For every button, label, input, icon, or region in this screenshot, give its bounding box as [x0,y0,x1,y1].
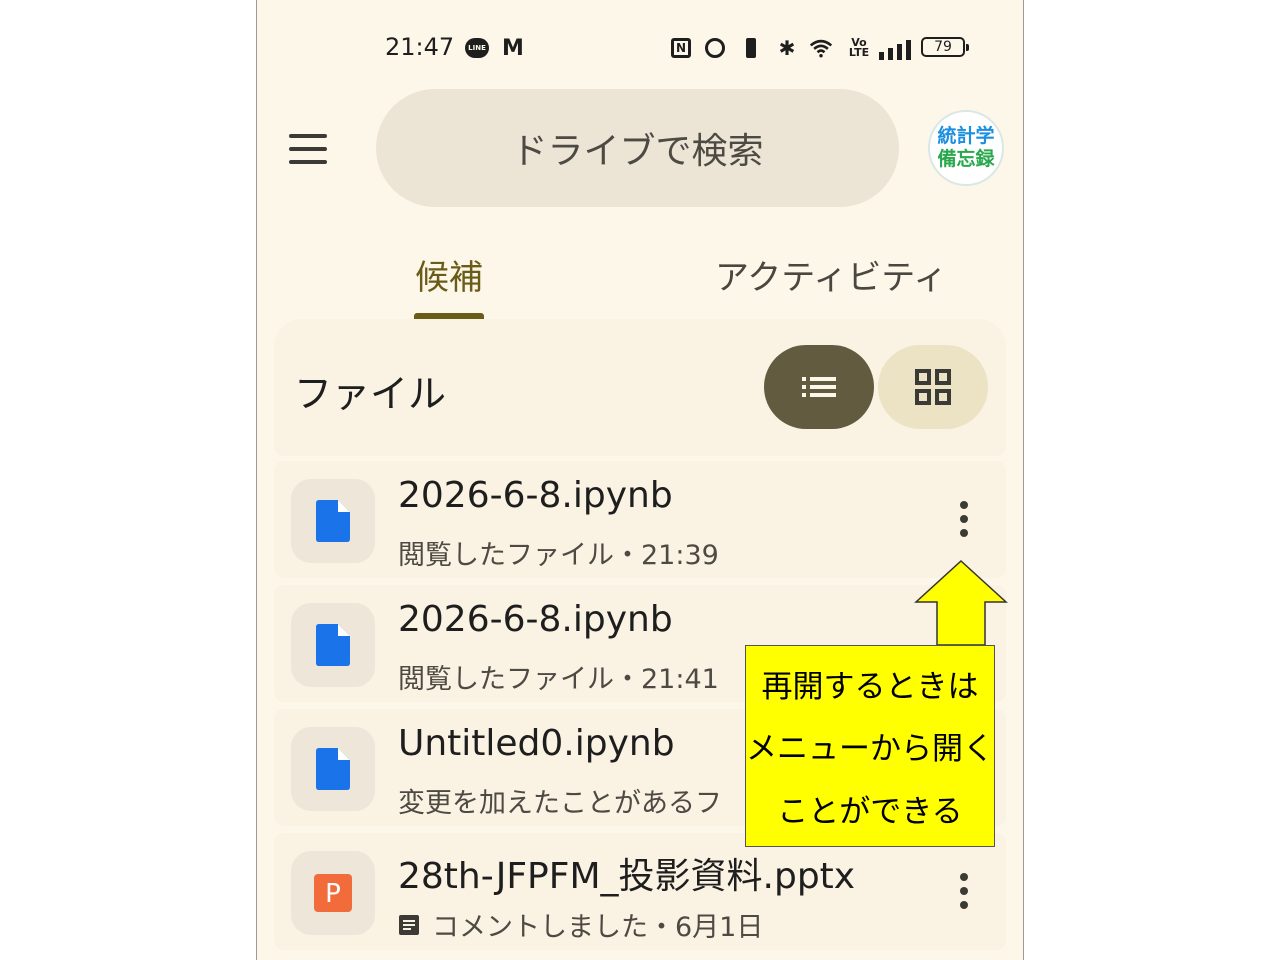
avatar-text-line2: 備忘録 [937,148,995,170]
bluetooth-icon: ✱ [778,36,796,60]
annotation-line3: ことができる [777,794,963,831]
file-row[interactable]: 2026-6-8.ipynb 閲覧したファイル・21:39 [274,461,1006,578]
search-input[interactable]: ドライブで検索 [376,89,899,207]
wifi-icon [809,36,833,60]
file-name: 28th-JFPFM_投影資料.pptx [398,856,856,897]
status-time: 21:47 [385,33,455,61]
file-thumbnail [291,479,375,563]
file-thumbnail [291,727,375,811]
more-options-icon[interactable] [946,501,982,537]
files-section-header: ファイル [274,319,1006,456]
document-icon [316,748,350,790]
grid-view-button[interactable] [878,345,988,429]
list-view-button[interactable] [764,345,874,429]
file-name: 2026-6-8.ipynb [398,475,673,516]
up-arrow-annotation-icon [914,560,1008,646]
file-thumbnail [291,603,375,687]
file-row[interactable]: P 28th-JFPFM_投影資料.pptx コメントしました・6月1日 [274,833,1006,950]
vibrate-icon [739,36,763,60]
document-icon [316,624,350,666]
file-meta: 閲覧したファイル・21:39 [398,540,719,571]
annotation-callout: 再開するときは メニューから開く ことができる [745,645,995,847]
annotation-line1: 再開するときは [761,668,979,705]
volte-icon: Vo LTE [848,36,870,59]
hamburger-menu-icon[interactable] [289,134,329,164]
file-meta-text: コメントしました・6月1日 [432,912,764,943]
svg-text:P: P [325,879,341,909]
file-thumbnail: P [291,851,375,935]
avatar-text-line1: 統計学 [937,125,995,147]
battery-icon: 79 [921,37,969,57]
list-icon [802,377,836,397]
file-meta: 閲覧したファイル・21:41 [398,664,719,695]
tab-activity[interactable]: アクティビティ [715,250,947,299]
slides-icon: P [314,874,352,912]
file-name: 2026-6-8.ipynb [398,599,673,640]
avatar[interactable]: 統計学 備忘録 [928,110,1004,186]
line-icon: LINE [465,36,489,60]
section-title: ファイル [294,372,447,416]
grid-icon [915,369,951,405]
file-meta: コメントしました・6月1日 [398,905,763,944]
alarm-icon [703,36,727,60]
annotation-line2: メニューから開く [746,731,994,768]
comment-icon [399,914,419,935]
tab-suggested[interactable]: 候補 [415,250,483,299]
file-meta: 変更を加えたことがあるフ [398,788,722,819]
document-icon [316,500,350,542]
signal-icon [879,36,911,60]
file-name: Untitled0.ipynb [398,723,675,764]
more-options-icon[interactable] [946,873,982,909]
nfc-icon: N [669,36,693,60]
gmail-icon: M [502,35,524,61]
